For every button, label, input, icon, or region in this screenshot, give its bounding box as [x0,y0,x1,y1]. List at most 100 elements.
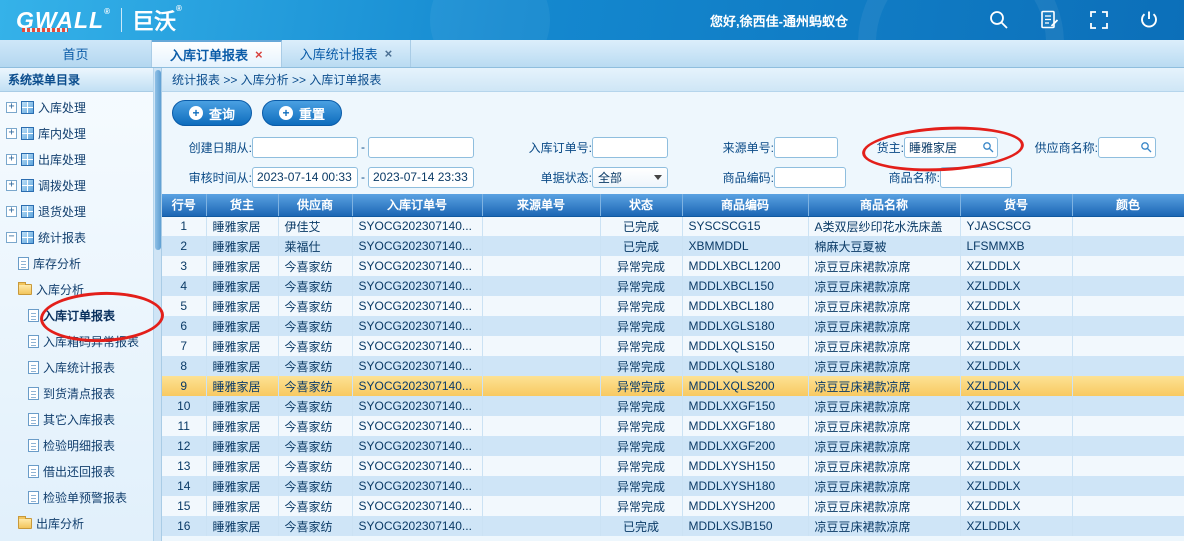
column-header-source-no[interactable]: 来源单号 [482,194,600,216]
sidebar-item-other-inbound-report[interactable]: 其它入库报表 [0,406,153,432]
column-header-color[interactable]: 颜色 [1072,194,1184,216]
audit-time-from-input[interactable] [252,167,358,188]
sidebar-item-inbound-process[interactable]: +入库处理 [0,94,153,120]
cell-supplier: 今喜家纺 [278,376,352,396]
source-no-input[interactable] [774,137,838,158]
cell-row-no: 5 [162,296,206,316]
table-row[interactable]: 12睡雅家居今喜家纺SYOCG202307140...异常完成MDDLXXGF2… [162,436,1184,456]
sidebar-item-arrival-check-report[interactable]: 到货清点报表 [0,380,153,406]
fullscreen-icon[interactable] [1088,9,1110,31]
cell-owner: 睡雅家居 [206,256,278,276]
product-code-input[interactable] [774,167,846,188]
column-header-owner[interactable]: 货主 [206,194,278,216]
cell-item-no: XZLDDLX [960,336,1072,356]
cell-order-no: SYOCG202307140... [352,376,482,396]
collapse-icon[interactable]: − [6,232,17,243]
tab-home[interactable]: 首页 [0,40,152,67]
tab-close-icon[interactable]: × [255,48,263,61]
expand-icon[interactable]: + [6,154,17,165]
table-row[interactable]: 10睡雅家居今喜家纺SYOCG202307140...异常完成MDDLXXGF1… [162,396,1184,416]
cell-row-no: 1 [162,216,206,236]
sidebar-item-inspection-warning-report[interactable]: 检验单预警报表 [0,484,153,510]
sidebar-item-lend-return-report[interactable]: 借出还回报表 [0,458,153,484]
tab-close-icon[interactable]: × [385,47,393,60]
column-header-row-no[interactable]: 行号 [162,194,206,216]
expand-icon[interactable]: + [6,206,17,217]
expand-icon[interactable]: + [6,128,17,139]
table-row[interactable]: 6睡雅家居今喜家纺SYOCG202307140...异常完成MDDLXGLS18… [162,316,1184,336]
sidebar-item-inbound-order-report[interactable]: 入库订单报表 [0,302,153,328]
expand-icon[interactable]: + [6,180,17,191]
expand-icon[interactable]: + [6,102,17,113]
column-header-status[interactable]: 状态 [600,194,682,216]
column-header-item-no[interactable]: 货号 [960,194,1072,216]
product-name-input[interactable] [940,167,1012,188]
order-no-input[interactable] [592,137,668,158]
folder-open-icon [18,518,32,529]
sidebar-item-stats-reports[interactable]: −统计报表 [0,224,153,250]
doc-status-select[interactable]: 全部 [592,167,668,188]
cell-product-code: MDDLXBCL180 [682,296,808,316]
cell-supplier: 今喜家纺 [278,496,352,516]
sidebar-scrollbar-thumb[interactable] [155,70,161,250]
table-row[interactable]: 9睡雅家居今喜家纺SYOCG202307140...异常完成MDDLXQLS20… [162,376,1184,396]
table-row[interactable]: 1睡雅家居伊佳艾SYOCG202307140...已完成SYSCSCG15A类双… [162,216,1184,236]
table-row[interactable]: 5睡雅家居今喜家纺SYOCG202307140...异常完成MDDLXBCL18… [162,296,1184,316]
audit-time-to-input[interactable] [368,167,474,188]
table-row[interactable]: 8睡雅家居今喜家纺SYOCG202307140...异常完成MDDLXQLS18… [162,356,1184,376]
sidebar-item-label: 调拨处理 [38,177,86,194]
tab-inbound-stats-report[interactable]: 入库统计报表 × [282,40,412,67]
cell-source-no [482,296,600,316]
sidebar-item-label: 借出还回报表 [43,463,115,480]
sidebar-item-return-process[interactable]: +退货处理 [0,198,153,224]
table-row[interactable]: 3睡雅家居今喜家纺SYOCG202307140...异常完成MDDLXBCL12… [162,256,1184,276]
sidebar-item-outbound-process[interactable]: + 出库处理 [0,146,153,172]
table-row[interactable]: 13睡雅家居今喜家纺SYOCG202307140...异常完成MDDLXYSH1… [162,456,1184,476]
table-row[interactable]: 15睡雅家居今喜家纺SYOCG202307140...异常完成MDDLXYSH2… [162,496,1184,516]
column-header-supplier[interactable]: 供应商 [278,194,352,216]
cell-status: 已完成 [600,516,682,536]
table-row[interactable]: 14睡雅家居今喜家纺SYOCG202307140...异常完成MDDLXYSH1… [162,476,1184,496]
reset-button[interactable]: 重置 [262,100,342,126]
cell-row-no: 15 [162,496,206,516]
doc-status-value: 全部 [598,169,622,186]
table-row[interactable]: 4睡雅家居今喜家纺SYOCG202307140...异常完成MDDLXBCL15… [162,276,1184,296]
tab-inbound-order-report[interactable]: 入库订单报表 × [152,40,282,67]
table-row[interactable]: 7睡雅家居今喜家纺SYOCG202307140...异常完成MDDLXQLS15… [162,336,1184,356]
power-icon[interactable] [1138,9,1160,31]
table-row[interactable]: 11睡雅家居今喜家纺SYOCG202307140...异常完成MDDLXXGF1… [162,416,1184,436]
sidebar-item-label: 出库处理 [38,151,86,168]
document-edit-icon[interactable] [1038,9,1060,31]
plus-circle-icon [279,106,293,120]
column-header-order-no[interactable]: 入库订单号 [352,194,482,216]
query-button[interactable]: 查询 [172,100,252,126]
sidebar-item-inbound-stats-report[interactable]: 入库统计报表 [0,354,153,380]
cell-row-no: 6 [162,316,206,336]
cell-order-no: SYOCG202307140... [352,256,482,276]
magnifier-icon[interactable] [982,141,994,153]
create-date-from-input[interactable] [252,137,358,158]
table-row[interactable]: 16睡雅家居今喜家纺SYOCG202307140...已完成MDDLXSJB15… [162,516,1184,536]
cell-row-no: 16 [162,516,206,536]
sidebar-item-inspection-detail-report[interactable]: 检验明细报表 [0,432,153,458]
sidebar-item-label: 入库订单报表 [43,307,115,324]
sidebar-scrollbar[interactable] [154,68,162,541]
sidebar-item-transfer-process[interactable]: + 调拨处理 [0,172,153,198]
sidebar-item-warehouse-process[interactable]: +库内处理 [0,120,153,146]
sidebar-item-inbound-box-abnormal-report[interactable]: 入库箱码异常报表 [0,328,153,354]
table-row[interactable]: 2睡雅家居莱福仕SYOCG202307140...已完成XBMMDDL棉麻大豆夏… [162,236,1184,256]
cell-item-no: YJASCSCG [960,216,1072,236]
sidebar-item-inbound-analysis[interactable]: 入库分析 [0,276,153,302]
column-header-product-code[interactable]: 商品编码 [682,194,808,216]
supplier-input-wrap [1098,137,1156,158]
search-icon[interactable] [988,9,1010,31]
sidebar-item-outbound-analysis[interactable]: 出库分析 [0,510,153,536]
column-header-product-name[interactable]: 商品名称 [808,194,960,216]
create-date-to-input[interactable] [368,137,474,158]
magnifier-icon[interactable] [1140,141,1152,153]
cell-product-code: MDDLXQLS180 [682,356,808,376]
cell-supplier: 今喜家纺 [278,316,352,336]
sidebar-item-stock-analysis[interactable]: 库存分析 [0,250,153,276]
sidebar-item-sales-order-partial-lock[interactable]: 销售订单部分锁库 [0,536,153,541]
cell-source-no [482,216,600,236]
